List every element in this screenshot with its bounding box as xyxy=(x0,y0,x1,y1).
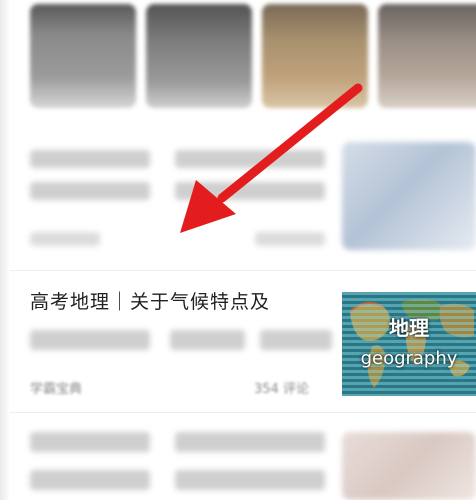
thumbnail-title: 地理 xyxy=(389,316,429,340)
article-comment-count: 354 评论 xyxy=(254,382,309,397)
blurred-article-image xyxy=(342,432,476,500)
article-title[interactable]: 高考地理｜关于气候特点及 xyxy=(30,287,270,314)
feed-screen: 高考地理｜关于气候特点及 学霸宝典 354 评论 地理 geography xyxy=(0,0,476,500)
video-thumbnail-3[interactable] xyxy=(262,4,368,108)
blurred-title-line xyxy=(175,432,325,452)
article-source: 学霸宝典 xyxy=(30,382,83,397)
blurred-article-image xyxy=(342,142,476,250)
blurred-title-line xyxy=(30,330,150,350)
blurred-title-line xyxy=(170,330,245,350)
blurred-title-line xyxy=(175,182,325,200)
divider xyxy=(10,270,476,271)
blurred-title-line xyxy=(30,432,150,452)
blurred-meta-line xyxy=(30,232,100,246)
blurred-title-line xyxy=(30,150,150,168)
blurred-meta-line xyxy=(255,232,325,246)
video-thumbnail-2[interactable] xyxy=(146,4,252,108)
video-thumbnail-1[interactable] xyxy=(30,4,136,108)
thumbnail-subtitle: geography xyxy=(360,348,458,369)
article-thumbnail[interactable]: 地理 geography xyxy=(342,292,476,396)
divider xyxy=(10,412,476,413)
blurred-title-line xyxy=(175,470,325,490)
blurred-title-line xyxy=(30,470,150,490)
video-thumbnail-4[interactable] xyxy=(378,4,476,108)
thumbnail-stripes xyxy=(342,292,476,396)
blurred-title-line xyxy=(260,330,332,350)
left-edge-shadow xyxy=(0,0,10,500)
blurred-title-line xyxy=(30,182,150,200)
blurred-title-line xyxy=(175,150,325,168)
